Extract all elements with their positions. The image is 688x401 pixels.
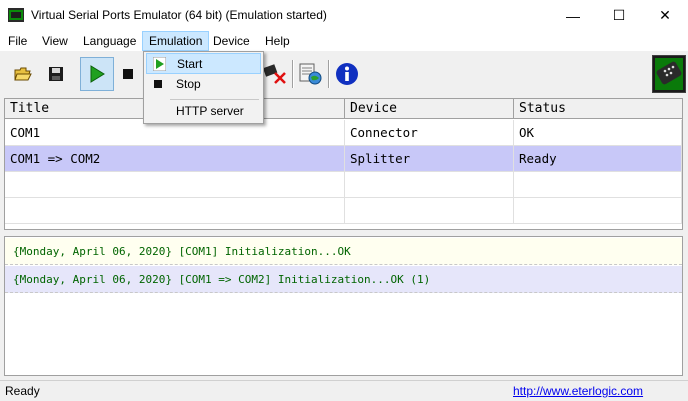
minimize-button[interactable]: — (550, 0, 596, 31)
toolbar (0, 52, 688, 94)
stop-square-icon (154, 80, 162, 88)
log-line: {Monday, April 06, 2020} [COM1 => COM2] … (5, 266, 682, 293)
window-title: Virtual Serial Ports Emulator (64 bit) (… (31, 8, 327, 22)
info-icon (336, 63, 358, 85)
open-folder-icon (14, 67, 32, 81)
dropdown-separator (170, 99, 259, 100)
toolbar-separator (328, 60, 330, 88)
delete-device-icon (262, 64, 286, 84)
column-header-device[interactable]: Device (345, 99, 514, 119)
log-line: {Monday, April 06, 2020} [COM1] Initiali… (5, 238, 682, 265)
table-cell-status: Ready (514, 146, 682, 172)
maximize-button[interactable]: ☐ (596, 0, 642, 31)
log-panel[interactable]: {Monday, April 06, 2020} [COM1] Initiali… (4, 236, 683, 376)
table-cell-title: COM1 => COM2 (5, 146, 345, 172)
status-text: Ready (5, 384, 40, 398)
play-icon (90, 65, 105, 83)
table-cell-status: OK (514, 120, 682, 146)
serial-port-icon (655, 58, 683, 90)
menu-view[interactable]: View (36, 31, 74, 51)
table-cell-device: Splitter (345, 146, 514, 172)
emulation-dropdown: Start Stop HTTP server (143, 51, 264, 124)
dropdown-item-start[interactable]: Start (146, 53, 261, 74)
save-disk-icon (49, 67, 63, 81)
menu-language[interactable]: Language (77, 31, 142, 51)
website-link[interactable]: http://www.eterlogic.com (513, 384, 643, 398)
open-button[interactable] (10, 60, 36, 88)
save-button[interactable] (43, 60, 69, 88)
close-button[interactable]: ✕ (642, 0, 688, 31)
menu-help[interactable]: Help (259, 31, 296, 51)
play-icon (153, 57, 166, 71)
stop-square-icon (123, 69, 133, 79)
start-button[interactable] (80, 57, 114, 91)
menu-bar: File View Language Emulation Device Help (0, 31, 688, 51)
device-properties-button[interactable] (298, 60, 324, 88)
menu-emulation[interactable]: Emulation (142, 31, 210, 51)
column-header-status[interactable]: Status (514, 99, 682, 119)
delete-device-button[interactable] (262, 60, 288, 88)
menu-device[interactable]: Device (207, 31, 256, 51)
title-bar: Virtual Serial Ports Emulator (64 bit) (… (0, 0, 688, 31)
dropdown-item-http-server[interactable]: HTTP server (146, 101, 261, 122)
toolbar-separator (292, 60, 294, 88)
device-globe-icon (299, 63, 322, 85)
table-cell-device: Connector (345, 120, 514, 146)
about-button[interactable] (334, 60, 360, 88)
device-table: Title Device Status COM1 Connector OK CO… (4, 98, 683, 230)
status-bar: Ready http://www.eterlogic.com (0, 380, 688, 401)
serial-port-indicator (652, 55, 686, 93)
stop-button[interactable] (120, 60, 136, 88)
dropdown-item-stop[interactable]: Stop (146, 74, 261, 95)
app-icon (8, 8, 24, 22)
menu-file[interactable]: File (2, 31, 33, 51)
